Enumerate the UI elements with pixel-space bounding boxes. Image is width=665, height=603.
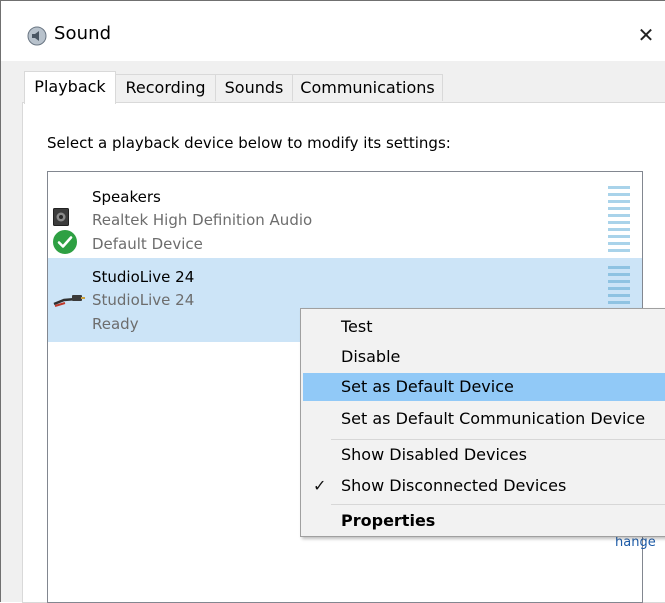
cable-icon <box>53 295 85 307</box>
menu-item-show-disconnected[interactable]: ✓ Show Disconnected Devices <box>303 472 665 500</box>
checkmark-icon: ✓ <box>313 476 327 495</box>
speaker-icon <box>53 208 69 226</box>
menu-item-set-default[interactable]: Set as Default Device <box>303 373 665 401</box>
tab-strip: Playback Recording Sounds Communications <box>1 61 665 104</box>
level-meter <box>608 186 630 252</box>
device-name: StudioLive 24 <box>92 268 195 286</box>
menu-item-show-disabled[interactable]: Show Disabled Devices <box>303 441 665 469</box>
sound-dialog: Sound ✕ Playback Recording Sounds Commun… <box>0 0 665 603</box>
device-speakers[interactable]: Speakers Realtek High Definition Audio D… <box>48 178 642 262</box>
context-menu: Test Disable Set as Default Device Set a… <box>300 308 665 537</box>
menu-item-set-default-communication[interactable]: Set as Default Communication Device <box>303 405 665 433</box>
title-bar: Sound ✕ <box>1 1 665 61</box>
tab-playback[interactable]: Playback <box>24 71 116 104</box>
tab-recording[interactable]: Recording <box>115 74 216 101</box>
menu-item-test[interactable]: Test <box>303 313 665 341</box>
menu-item-disable[interactable]: Disable <box>303 343 665 371</box>
device-status: Default Device <box>92 235 203 253</box>
close-button[interactable]: ✕ <box>626 17 665 53</box>
window-title: Sound <box>54 23 112 44</box>
menu-item-properties[interactable]: Properties <box>303 507 665 535</box>
menu-separator <box>331 504 665 505</box>
menu-separator <box>331 439 665 440</box>
device-driver: StudioLive 24 <box>92 291 195 309</box>
device-status: Ready <box>92 315 139 333</box>
device-driver: Realtek High Definition Audio <box>92 211 313 229</box>
instruction-text: Select a playback device below to modify… <box>47 134 451 152</box>
partial-button-text: hange <box>615 535 656 550</box>
default-check-icon <box>51 228 79 256</box>
tab-communications[interactable]: Communications <box>292 74 443 101</box>
speaker-icon <box>27 26 47 46</box>
tab-sounds[interactable]: Sounds <box>215 74 293 101</box>
device-name: Speakers <box>92 188 161 206</box>
